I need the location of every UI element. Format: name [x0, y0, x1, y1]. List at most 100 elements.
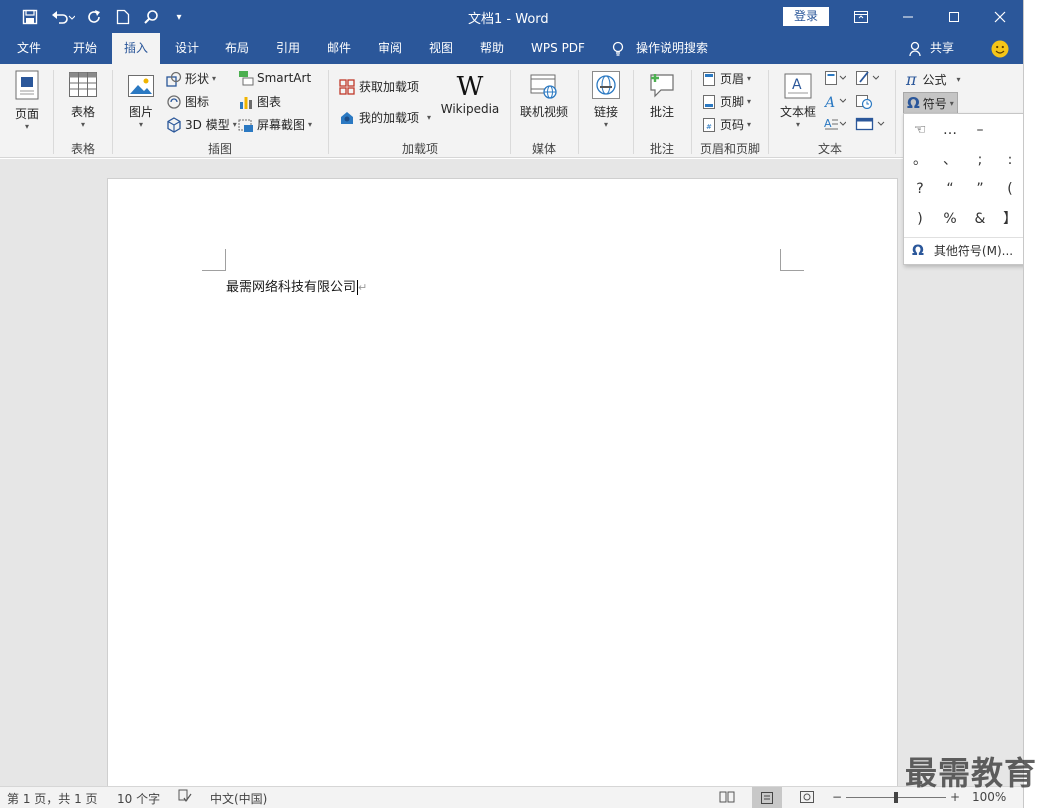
- zoom-out-button[interactable]: −: [832, 790, 842, 804]
- proofing-icon[interactable]: [178, 789, 192, 806]
- symbol-cell[interactable]: …: [935, 116, 965, 144]
- symbol-cell[interactable]: [995, 116, 1025, 144]
- equation-button[interactable]: π 公式 ▾: [906, 70, 961, 89]
- read-mode-icon[interactable]: [719, 790, 735, 807]
- symbol-cell[interactable]: :: [995, 146, 1025, 174]
- link-label: 链接: [593, 105, 618, 119]
- wikipedia-button[interactable]: W Wikipedia: [440, 72, 500, 116]
- symbol-cell[interactable]: ?: [905, 175, 935, 203]
- cube-icon: [167, 116, 181, 133]
- omega-icon: Ω: [907, 94, 920, 112]
- object-icon[interactable]: [855, 116, 887, 135]
- search-icon[interactable]: [140, 5, 162, 29]
- document-body-text[interactable]: 最需网络科技有限公司 ↵: [226, 276, 367, 295]
- tab-home[interactable]: 开始: [60, 33, 110, 64]
- symbol-cell[interactable]: ☜: [905, 116, 935, 144]
- get-addins-button[interactable]: 获取加载项: [339, 78, 419, 95]
- page-count-status[interactable]: 第 1 页，共 1 页: [7, 790, 98, 807]
- crop-mark-top-right: [780, 249, 804, 271]
- symbol-cell[interactable]: ): [905, 205, 935, 233]
- language-status[interactable]: 中文(中国): [210, 790, 267, 807]
- signature-line-icon[interactable]: [855, 70, 880, 89]
- equation-label: 公式: [922, 73, 947, 87]
- symbol-cell[interactable]: ;: [965, 146, 995, 174]
- tab-view[interactable]: 视图: [418, 33, 464, 64]
- footer-icon: [703, 94, 715, 109]
- share-button[interactable]: 共享: [926, 33, 958, 64]
- print-layout-icon[interactable]: [752, 787, 782, 808]
- drop-cap-icon[interactable]: A: [824, 116, 847, 135]
- tab-layout[interactable]: 布局: [214, 33, 260, 64]
- symbol-cell[interactable]: 。: [905, 146, 935, 174]
- pages-button[interactable]: 页面 ▾: [8, 70, 46, 131]
- tab-mailings[interactable]: 邮件: [316, 33, 362, 64]
- zoom-slider-thumb[interactable]: [894, 792, 898, 803]
- tab-help[interactable]: 帮助: [469, 33, 515, 64]
- redo-icon[interactable]: [84, 5, 106, 29]
- new-document-icon[interactable]: [112, 5, 134, 29]
- tab-review[interactable]: 审阅: [367, 33, 413, 64]
- login-button[interactable]: 登录: [783, 7, 829, 26]
- online-video-button[interactable]: 联机视频: [516, 72, 572, 120]
- icons-button[interactable]: 图标: [166, 93, 209, 110]
- symbol-cell[interactable]: “: [935, 175, 965, 203]
- 3d-models-button[interactable]: 3D 模型 ▾: [166, 116, 237, 133]
- page-icon: [15, 70, 39, 100]
- quick-parts-icon[interactable]: [824, 70, 847, 89]
- page-number-button[interactable]: # 页码 ▾: [702, 116, 751, 133]
- minimize-icon[interactable]: [885, 0, 931, 33]
- symbol-cell[interactable]: &: [965, 205, 995, 233]
- link-button[interactable]: 链接 ▾: [586, 70, 626, 129]
- watermark-text: 最需教育: [905, 754, 1038, 792]
- wordart-icon[interactable]: A: [823, 93, 847, 112]
- word-count-status[interactable]: 10 个字: [117, 790, 160, 807]
- textbox-button[interactable]: A 文本框 ▾: [776, 72, 820, 129]
- tell-me-search[interactable]: 操作说明搜索: [636, 33, 716, 64]
- chart-button[interactable]: 图表: [238, 93, 281, 110]
- save-icon[interactable]: [18, 5, 42, 29]
- smartart-button[interactable]: SmartArt: [238, 70, 311, 86]
- symbol-cell[interactable]: ”: [965, 175, 995, 203]
- symbol-cell[interactable]: –: [965, 116, 995, 144]
- table-button[interactable]: 表格 ▾: [62, 70, 104, 129]
- icons-label: 图标: [185, 95, 210, 109]
- page-number-icon: #: [703, 117, 715, 132]
- tab-wps-pdf[interactable]: WPS PDF: [524, 33, 592, 64]
- tab-design[interactable]: 设计: [164, 33, 210, 64]
- symbol-cell[interactable]: (: [995, 175, 1025, 203]
- my-addins-button[interactable]: 我的加载项 ▾: [339, 109, 431, 126]
- footer-button[interactable]: 页脚 ▾: [702, 93, 751, 110]
- crop-mark-top-left: [202, 249, 226, 271]
- new-comment-button[interactable]: 批注: [640, 72, 684, 120]
- link-icon: [592, 71, 620, 99]
- symbol-cell[interactable]: %: [935, 205, 965, 233]
- more-symbols-label: 其他符号(M)...: [933, 244, 1014, 258]
- tab-file[interactable]: 文件: [6, 33, 52, 64]
- symbol-cell[interactable]: 、: [935, 146, 965, 174]
- omega-icon: Ω: [912, 242, 924, 259]
- web-layout-icon[interactable]: [799, 790, 815, 807]
- ribbon-display-options-icon[interactable]: [838, 0, 884, 33]
- customize-qat-icon[interactable]: ▾: [170, 5, 188, 29]
- share-person-icon[interactable]: [909, 41, 923, 60]
- tab-references[interactable]: 引用: [265, 33, 311, 64]
- shapes-button[interactable]: 形状 ▾: [166, 70, 216, 87]
- page-number-label: 页码: [720, 118, 745, 132]
- undo-icon[interactable]: [48, 5, 78, 29]
- comment-label: 批注: [649, 105, 674, 119]
- feedback-smiley-icon[interactable]: [991, 40, 1009, 61]
- header-button[interactable]: 页眉 ▾: [702, 70, 751, 87]
- comment-icon: [650, 74, 674, 98]
- tab-insert[interactable]: 插入: [112, 33, 160, 64]
- date-time-icon[interactable]: [855, 93, 873, 112]
- symbol-cell[interactable]: 】: [995, 205, 1025, 233]
- symbol-label: 符号: [922, 96, 947, 111]
- ribbon-tab-bar: 文件 开始 插入 设计 布局 引用 邮件 审阅 视图 帮助 WPS PDF 操作…: [0, 33, 1023, 64]
- symbol-button[interactable]: Ω 符号 ▾: [903, 92, 958, 114]
- picture-label: 图片: [128, 105, 153, 119]
- screenshot-button[interactable]: 屏幕截图 ▾: [238, 116, 312, 133]
- maximize-icon[interactable]: [931, 0, 977, 33]
- table-icon: [69, 72, 97, 97]
- close-icon[interactable]: [977, 0, 1023, 33]
- picture-button[interactable]: 图片 ▾: [122, 72, 160, 129]
